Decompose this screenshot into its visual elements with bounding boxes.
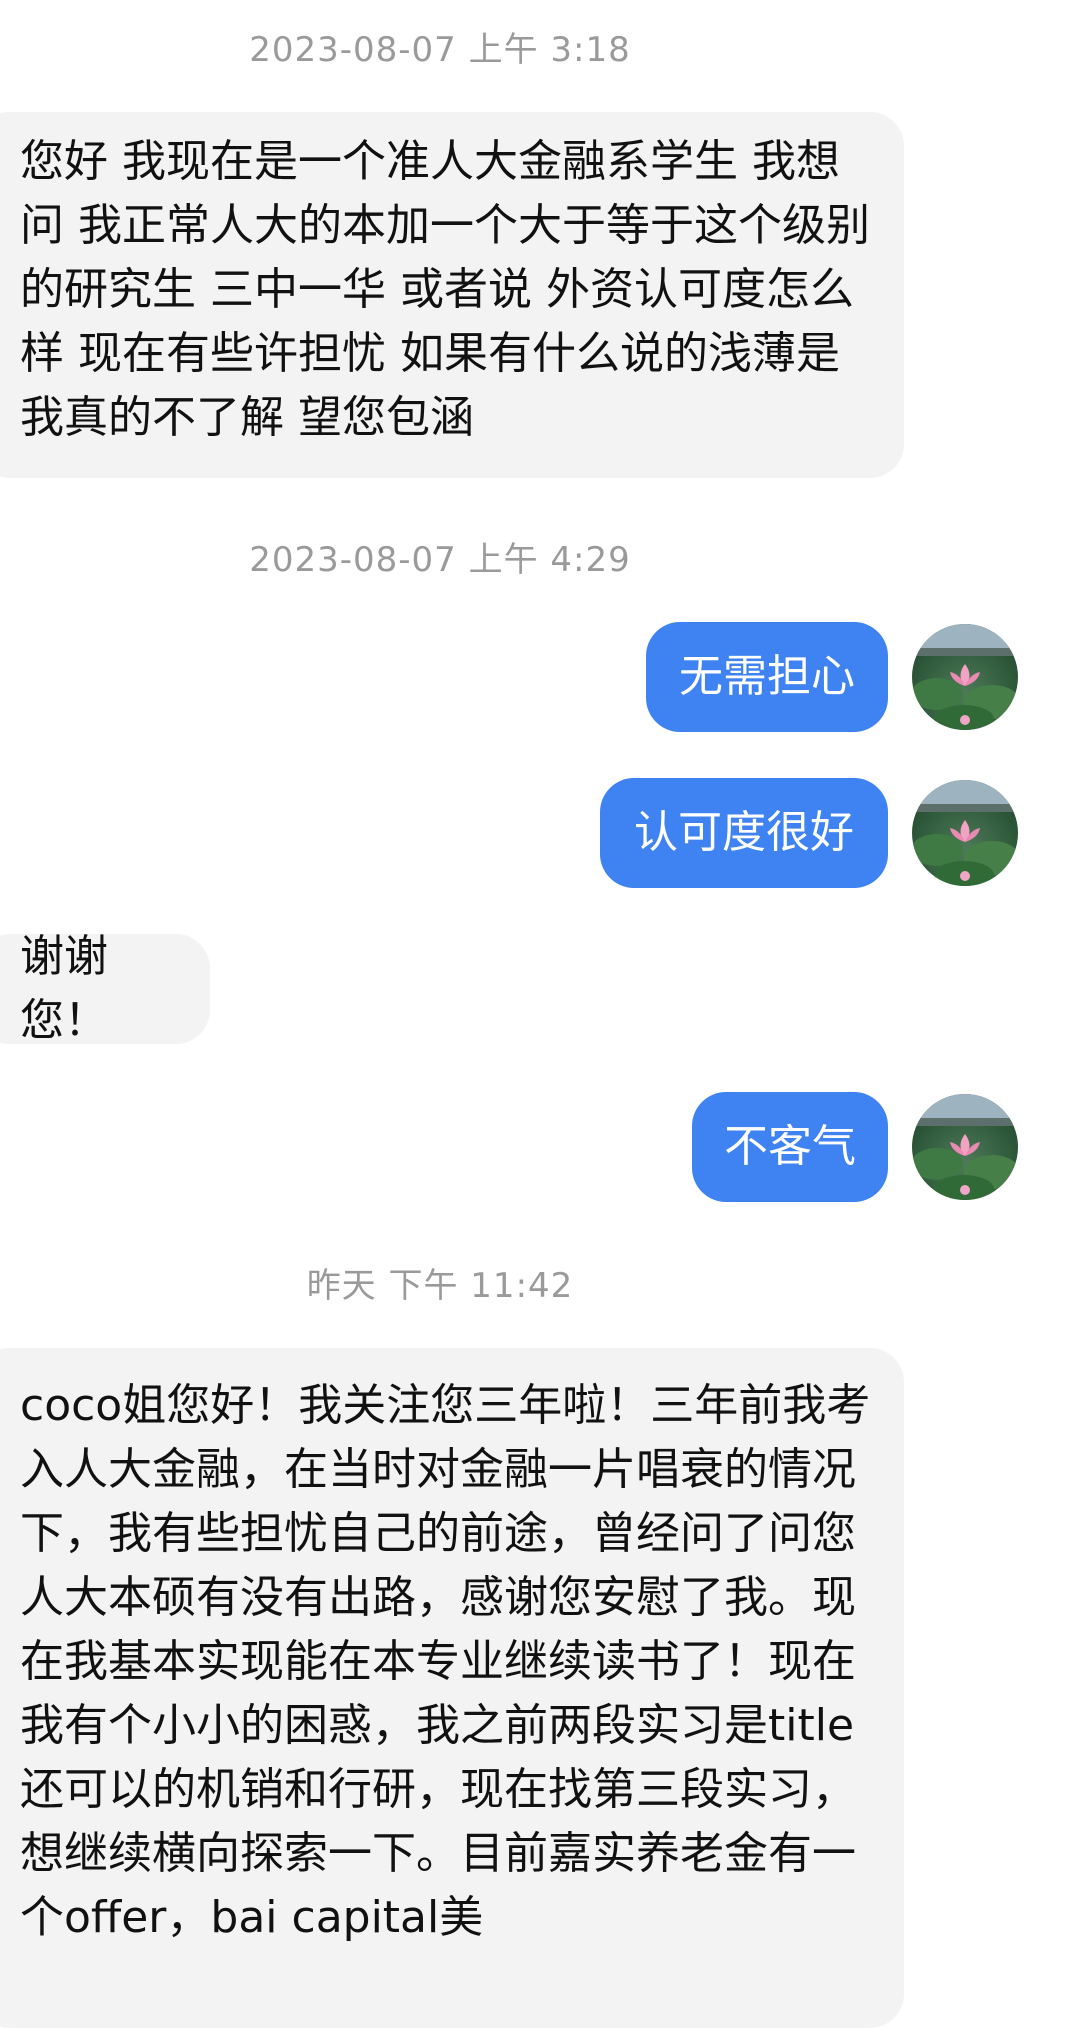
message-text: 不客气 [724,1121,856,1172]
timestamp: 昨天 下午 11:42 [306,1266,574,1306]
lotus-avatar-icon[interactable] [912,780,1018,886]
timestamp: 2023-08-07 上午 4:29 [249,540,631,580]
message-text: 您好 我现在是一个准人大金融系学生 我想问 我正常人大的本加一个大于等于这个级别… [20,136,870,443]
incoming-message-bubble[interactable]: 您好 我现在是一个准人大金融系学生 我想问 我正常人大的本加一个大于等于这个级别… [0,112,904,478]
lotus-avatar-icon[interactable] [912,624,1018,730]
outgoing-message-bubble[interactable]: 无需担心 [646,622,888,732]
incoming-message-bubble[interactable]: coco姐您好！我关注您三年啦！三年前我考入人大金融，在当时对金融一片唱衰的情况… [0,1348,904,2028]
outgoing-message-bubble[interactable]: 不客气 [692,1092,888,1202]
lotus-avatar-icon[interactable] [912,1094,1018,1200]
message-text: 认可度很好 [634,807,854,858]
message-text: 无需担心 [679,651,855,702]
outgoing-message-bubble[interactable]: 认可度很好 [600,778,888,888]
timestamp: 2023-08-07 上午 3:18 [249,30,631,70]
message-text: 谢谢您！ [20,931,108,1046]
message-text: coco姐您好！我关注您三年啦！三年前我考入人大金融，在当时对金融一片唱衰的情况… [20,1380,871,1943]
incoming-message-bubble[interactable]: 谢谢您！ [0,931,210,1046]
